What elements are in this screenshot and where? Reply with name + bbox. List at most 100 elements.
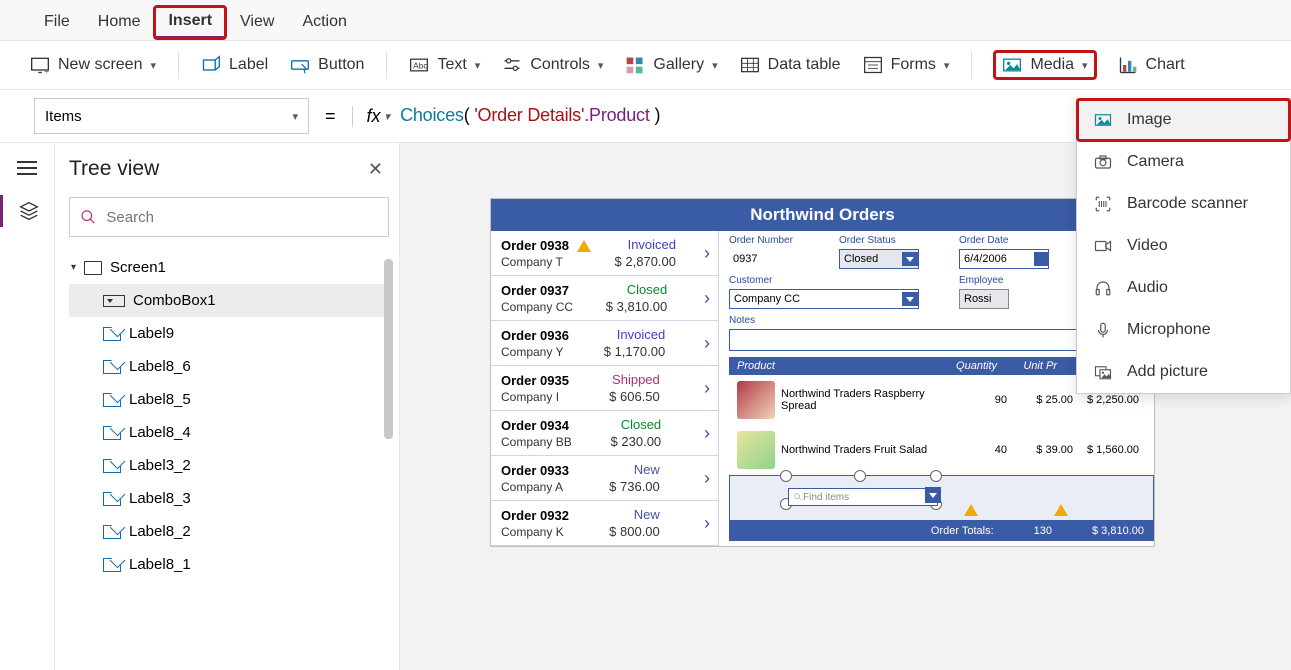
media-button[interactable]: Media ▾ [994, 51, 1095, 79]
search-icon [793, 492, 803, 502]
chevron-down-icon: ▾ [150, 59, 156, 72]
fx-button[interactable]: fx ▾ [352, 106, 391, 127]
app-preview: Northwind Orders Order 0938 Company TInv… [490, 198, 1155, 547]
separator [386, 51, 387, 79]
media-item-microphone[interactable]: Microphone [1077, 309, 1290, 351]
tree-item-label8_6[interactable]: Label8_6 [69, 350, 389, 383]
add-picture-icon [1093, 363, 1113, 381]
media-item-image[interactable]: Image [1077, 99, 1290, 141]
microphone-icon [1093, 321, 1113, 339]
chevron-right-icon: › [700, 513, 710, 534]
field-order-status[interactable]: Closed [839, 249, 919, 269]
tree-view-rail-button[interactable] [0, 195, 54, 227]
label-order-status: Order Status [839, 235, 919, 246]
forms-button[interactable]: Forms ▾ [863, 55, 950, 75]
insert-toolbar: + New screen ▾ Label Button Abc Text ▾ C… [0, 41, 1291, 90]
tree-list: ▾ Screen1 ComboBox1Label9Label8_6Label8_… [69, 251, 389, 581]
menu-insert[interactable]: Insert [154, 6, 226, 39]
tree-search[interactable] [69, 197, 389, 237]
combobox-selected[interactable]: Find items [729, 475, 1154, 521]
combobox-input[interactable]: Find items [788, 488, 938, 506]
label-icon [103, 360, 121, 374]
close-icon[interactable]: ✕ [368, 159, 383, 180]
gallery-button[interactable]: Gallery ▾ [625, 55, 717, 75]
text-icon: Abc [409, 55, 429, 75]
chevron-down-icon: ▾ [712, 59, 718, 72]
button-button[interactable]: Button [290, 55, 364, 75]
field-order-date[interactable]: 6/4/2006 [959, 249, 1049, 269]
camera-icon [1093, 153, 1113, 171]
label-icon [103, 492, 121, 506]
tree-item-label8_1[interactable]: Label8_1 [69, 548, 389, 581]
controls-button[interactable]: Controls ▾ [502, 55, 603, 75]
left-rail [0, 143, 55, 670]
svg-text:Abc: Abc [414, 60, 428, 70]
data-table-icon [740, 55, 760, 75]
field-employee[interactable]: Rossi [959, 289, 1009, 309]
chevron-right-icon: › [700, 468, 710, 489]
menu-action[interactable]: Action [288, 7, 360, 37]
search-icon [80, 208, 96, 226]
label-icon [103, 327, 121, 341]
label-customer: Customer [729, 275, 919, 286]
media-item-audio[interactable]: Audio [1077, 267, 1290, 309]
menu-home[interactable]: Home [84, 7, 155, 37]
order-row[interactable]: Order 0933Company ANew$ 736.00› [491, 456, 718, 501]
menu-file[interactable]: File [30, 7, 84, 37]
tree-item-label8_5[interactable]: Label8_5 [69, 383, 389, 416]
order-row[interactable]: Order 0936Company YInvoiced$ 1,170.00› [491, 321, 718, 366]
calendar-icon [1034, 252, 1048, 266]
scrollbar-thumb[interactable] [384, 259, 393, 439]
order-row[interactable]: Order 0938 Company TInvoiced$ 2,870.00› [491, 231, 718, 276]
tree-item-label8_3[interactable]: Label8_3 [69, 482, 389, 515]
chevron-down-icon: ▾ [598, 59, 604, 72]
headphones-icon [1093, 279, 1113, 297]
data-table-button[interactable]: Data table [740, 55, 841, 75]
media-item-camera[interactable]: Camera [1077, 141, 1290, 183]
chevron-down-icon: ▾ [292, 110, 298, 123]
media-item-video[interactable]: Video [1077, 225, 1290, 267]
text-button[interactable]: Abc Text ▾ [409, 55, 480, 75]
tree-view-panel: Tree view ✕ ▾ Screen1 ComboBox1Label9Lab… [55, 143, 400, 670]
tree-item-label3_2[interactable]: Label3_2 [69, 449, 389, 482]
tree-item-combobox1[interactable]: ComboBox1 [69, 284, 389, 317]
menu-bar: File Home Insert View Action [0, 0, 1291, 41]
chevron-right-icon: › [700, 333, 710, 354]
button-icon [290, 55, 310, 75]
warning-icon [1054, 504, 1068, 516]
formula-input[interactable]: Choices( 'Order Details'.Product ) [400, 105, 660, 127]
property-selector[interactable]: Items ▾ [34, 98, 309, 134]
warning-icon [577, 240, 591, 252]
field-order-number[interactable]: 0937 [729, 249, 829, 269]
hamburger-icon[interactable] [17, 161, 37, 175]
order-row[interactable]: Order 0934Company BBClosed$ 230.00› [491, 411, 718, 456]
chart-icon [1118, 55, 1138, 75]
product-thumb [737, 381, 775, 419]
media-item-add-picture[interactable]: Add picture [1077, 351, 1290, 393]
tree-item-label9[interactable]: Label9 [69, 317, 389, 350]
menu-view[interactable]: View [226, 7, 288, 37]
order-row[interactable]: Order 0932Company KNew$ 800.00› [491, 501, 718, 546]
label-icon [201, 55, 221, 75]
order-row[interactable]: Order 0937Company CCClosed$ 3,810.00› [491, 276, 718, 321]
svg-text:+: + [44, 66, 49, 75]
media-item-barcode[interactable]: Barcode scanner [1077, 183, 1290, 225]
chevron-down-icon: ▾ [1082, 59, 1088, 72]
label-icon [103, 426, 121, 440]
media-icon [1002, 55, 1022, 75]
app-title-bar: Northwind Orders [491, 199, 1154, 231]
product-row[interactable]: Northwind Traders Fruit Salad40$ 39.00$ … [729, 425, 1154, 475]
label-icon [103, 558, 121, 572]
tree-search-input[interactable] [106, 209, 378, 226]
field-customer[interactable]: Company CC [729, 289, 919, 309]
tree-root-screen1[interactable]: ▾ Screen1 [69, 251, 389, 284]
controls-icon [502, 55, 522, 75]
chart-button[interactable]: Chart [1118, 55, 1185, 75]
chevron-right-icon: › [700, 378, 710, 399]
label-button[interactable]: Label [201, 55, 268, 75]
order-row[interactable]: Order 0935Company IShipped$ 606.50› [491, 366, 718, 411]
tree-item-label8_4[interactable]: Label8_4 [69, 416, 389, 449]
chevron-right-icon: › [700, 288, 710, 309]
tree-item-label8_2[interactable]: Label8_2 [69, 515, 389, 548]
new-screen-button[interactable]: + New screen ▾ [30, 55, 156, 75]
